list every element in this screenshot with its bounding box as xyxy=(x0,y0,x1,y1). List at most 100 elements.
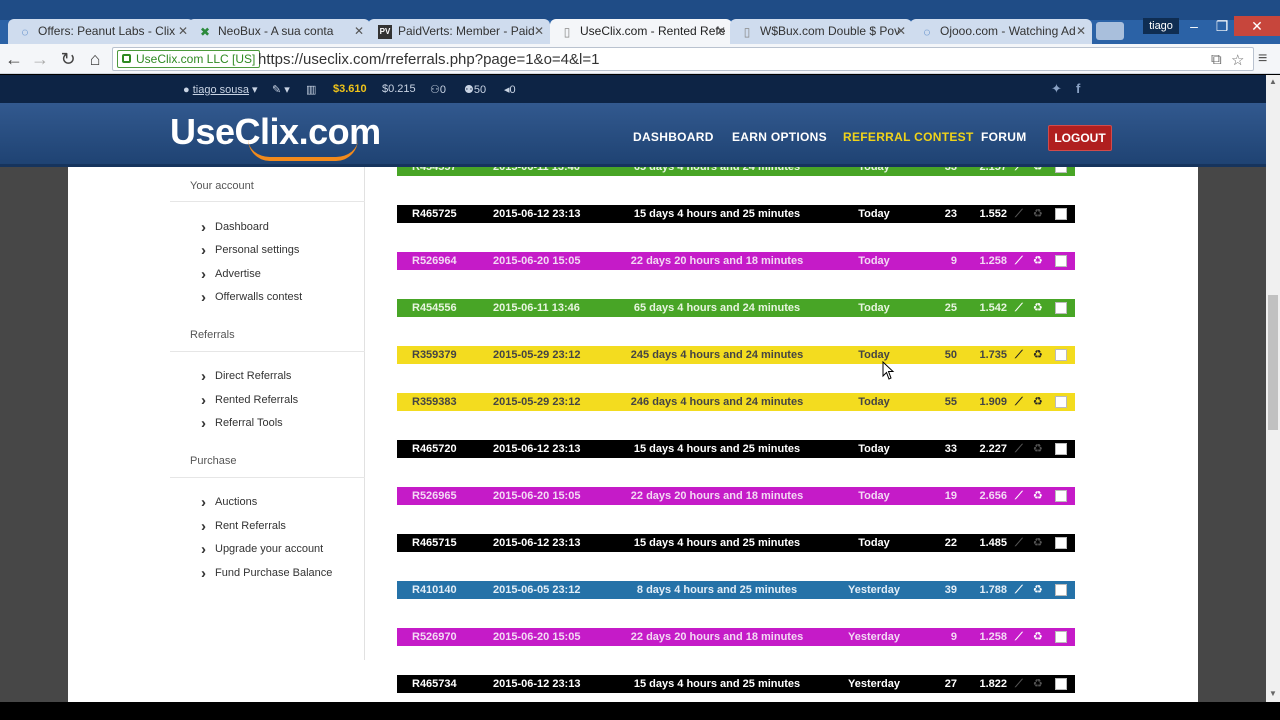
chart-icon[interactable]: ⟋ xyxy=(1015,346,1023,364)
table-row[interactable]: R526964 2015-06-20 15:05 22 days 20 hours … xyxy=(397,252,1075,270)
close-tab-icon[interactable]: ✕ xyxy=(1076,19,1086,44)
chart-icon[interactable]: ⟋ xyxy=(1015,534,1023,552)
chart-icon[interactable]: ⟋ xyxy=(1015,440,1023,458)
sidebar-item-rent-referrals[interactable]: Rent Referrals xyxy=(201,518,286,535)
chart-icon[interactable]: ⟋ xyxy=(1015,393,1023,411)
table-row[interactable]: R454557 2015-06-11 13:46 65 days 4 hours a… xyxy=(397,167,1075,176)
select-checkbox[interactable] xyxy=(1055,443,1067,455)
nav-dashboard[interactable]: DASHBOARD xyxy=(633,130,714,144)
recycle-icon[interactable]: ♻ xyxy=(1033,167,1043,176)
tab-neobux[interactable]: ✖ NeoBux - A sua conta ✕ xyxy=(188,19,370,44)
recycle-icon[interactable]: ♻ xyxy=(1033,534,1043,552)
close-window-icon[interactable]: ✕ xyxy=(1234,16,1280,36)
table-row[interactable]: R410140 2015-06-05 23:12 8 days 4 hours an… xyxy=(397,581,1075,599)
twitter-icon[interactable]: ✦ xyxy=(1051,81,1062,97)
sidebar-item-referral-tools[interactable]: Referral Tools xyxy=(201,415,283,432)
chart-icon[interactable]: ⟋ xyxy=(1015,252,1023,270)
recycle-icon[interactable]: ♻ xyxy=(1033,440,1043,458)
back-arrow-icon[interactable]: ← xyxy=(3,48,25,70)
chart-icon[interactable]: ⟋ xyxy=(1015,675,1023,693)
table-row[interactable]: R526965 2015-06-20 15:05 22 days 20 hours … xyxy=(397,487,1075,505)
browser-user-badge[interactable]: tiago xyxy=(1143,18,1179,34)
recycle-icon[interactable]: ♻ xyxy=(1033,252,1043,270)
recycle-icon[interactable]: ♻ xyxy=(1033,675,1043,693)
table-row[interactable]: R465725 2015-06-12 23:13 15 days 4 hours a… xyxy=(397,205,1075,223)
sidebar-item-upgrade-account[interactable]: Upgrade your account xyxy=(201,541,323,558)
chart-icon[interactable]: ⟋ xyxy=(1015,581,1023,599)
sidebar-item-advertise[interactable]: Advertise xyxy=(201,266,261,283)
scrollbar-thumb[interactable] xyxy=(1268,295,1278,430)
address-bar[interactable]: UseClix.com LLC [US] https://useclix.com… xyxy=(112,47,1254,71)
select-checkbox[interactable] xyxy=(1055,490,1067,502)
recycle-icon[interactable]: ♻ xyxy=(1033,346,1043,364)
reload-icon[interactable]: ↻ xyxy=(57,48,79,70)
ev-certificate-badge[interactable]: UseClix.com LLC [US] xyxy=(117,50,261,68)
select-checkbox[interactable] xyxy=(1055,302,1067,314)
select-checkbox[interactable] xyxy=(1055,396,1067,408)
select-checkbox[interactable] xyxy=(1055,167,1067,173)
tab-peanut-labs[interactable]: ◌ Offers: Peanut Labs - Clix ✕ xyxy=(8,19,194,44)
select-checkbox[interactable] xyxy=(1055,255,1067,267)
logout-button[interactable]: LOGOUT xyxy=(1048,125,1112,151)
select-checkbox[interactable] xyxy=(1055,631,1067,643)
tab-paidverts[interactable]: PV PaidVerts: Member - Paid ✕ xyxy=(368,19,550,44)
recycle-icon[interactable]: ♻ xyxy=(1033,581,1043,599)
table-row[interactable]: R465720 2015-06-12 23:13 15 days 4 hours a… xyxy=(397,440,1075,458)
nav-forum[interactable]: FORUM xyxy=(981,130,1027,144)
nav-referral-contest[interactable]: REFERRAL CONTEST xyxy=(843,130,974,144)
recycle-icon[interactable]: ♻ xyxy=(1033,299,1043,317)
table-row[interactable]: R526970 2015-06-20 15:05 22 days 20 hours … xyxy=(397,628,1075,646)
chart-icon[interactable]: ⟋ xyxy=(1015,205,1023,223)
user-menu[interactable]: ● tiago sousa ▾ xyxy=(183,83,258,96)
table-row[interactable]: R465734 2015-06-12 23:13 15 days 4 hours a… xyxy=(397,675,1075,693)
table-row[interactable]: R359379 2015-05-29 23:12 245 days 4 hours … xyxy=(397,346,1075,364)
close-tab-icon[interactable]: ✕ xyxy=(896,19,906,44)
tab-useclix[interactable]: ▯ UseClix.com - Rented Refe ✕ xyxy=(550,19,732,44)
home-icon[interactable]: ⌂ xyxy=(84,48,106,70)
recycle-icon[interactable]: ♻ xyxy=(1033,628,1043,646)
close-tab-icon[interactable]: ✕ xyxy=(534,19,544,44)
select-checkbox[interactable] xyxy=(1055,584,1067,596)
select-checkbox[interactable] xyxy=(1055,537,1067,549)
bookmark-star-icon[interactable]: ☆ xyxy=(1231,51,1244,69)
scroll-up-icon[interactable]: ▲ xyxy=(1266,75,1280,89)
chart-icon[interactable]: ⟋ xyxy=(1015,299,1023,317)
table-row[interactable]: R359383 2015-05-29 23:12 246 days 4 hours … xyxy=(397,393,1075,411)
recycle-icon[interactable]: ♻ xyxy=(1033,393,1043,411)
sidebar-item-personal-settings[interactable]: Personal settings xyxy=(201,242,299,259)
table-row[interactable]: R465715 2015-06-12 23:13 15 days 4 hours a… xyxy=(397,534,1075,552)
chart-icon[interactable]: ⟋ xyxy=(1015,487,1023,505)
sidebar-item-dashboard[interactable]: Dashboard xyxy=(201,219,269,236)
maximize-icon[interactable]: ❐ xyxy=(1208,16,1236,36)
facebook-icon[interactable]: f xyxy=(1076,81,1080,96)
sidebar-item-direct-referrals[interactable]: Direct Referrals xyxy=(201,368,291,385)
close-tab-icon[interactable]: ✕ xyxy=(716,19,726,44)
close-tab-icon[interactable]: ✕ xyxy=(178,19,188,44)
table-row[interactable]: R454556 2015-06-11 13:46 65 days 4 hours a… xyxy=(397,299,1075,317)
tab-wsbux[interactable]: ▯ W$Bux.com Double $ Pov ✕ xyxy=(730,19,912,44)
sidebar-item-rented-referrals[interactable]: Rented Referrals xyxy=(201,392,298,409)
stats-icon[interactable]: ▥ xyxy=(306,83,316,96)
select-checkbox[interactable] xyxy=(1055,208,1067,220)
forward-arrow-icon[interactable]: → xyxy=(29,48,51,70)
useclix-logo[interactable]: UseClix.com xyxy=(170,111,381,161)
chart-icon[interactable]: ⟋ xyxy=(1015,628,1023,646)
sidebar-item-fund-purchase-balance[interactable]: Fund Purchase Balance xyxy=(201,565,332,582)
minimize-icon[interactable]: – xyxy=(1180,16,1208,36)
close-tab-icon[interactable]: ✕ xyxy=(354,19,364,44)
select-checkbox[interactable] xyxy=(1055,349,1067,361)
scroll-down-icon[interactable]: ▼ xyxy=(1266,687,1280,701)
recycle-icon[interactable]: ♻ xyxy=(1033,487,1043,505)
sidebar-item-auctions[interactable]: Auctions xyxy=(201,494,257,511)
chart-icon[interactable]: ⟋ xyxy=(1015,167,1023,176)
tools-dropdown[interactable]: ✎ ▾ xyxy=(272,83,290,96)
page-scrollbar[interactable]: ▲ ▼ xyxy=(1266,75,1280,702)
translate-icon[interactable]: ⧉ xyxy=(1211,51,1222,68)
menu-icon[interactable]: ≡ xyxy=(1258,50,1267,68)
recycle-icon[interactable]: ♻ xyxy=(1033,205,1043,223)
nav-earn-options[interactable]: EARN OPTIONS xyxy=(732,130,827,144)
select-checkbox[interactable] xyxy=(1055,678,1067,690)
url-text[interactable]: https://useclix.com/rreferrals.php?page=… xyxy=(258,51,599,68)
new-tab-button[interactable] xyxy=(1096,22,1124,40)
sidebar-item-offerwalls-contest[interactable]: Offerwalls contest xyxy=(201,289,302,306)
